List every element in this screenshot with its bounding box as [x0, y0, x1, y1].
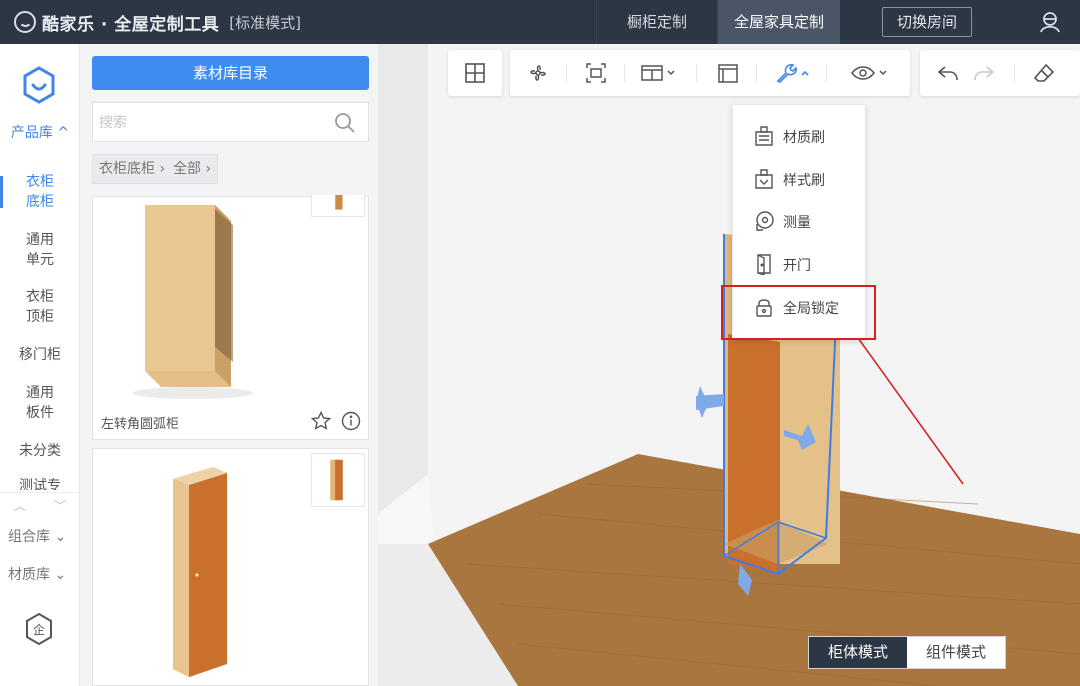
sidebar-item-sliding-cabinet[interactable]: 移门柜: [0, 345, 80, 365]
breadcrumb-item-all[interactable]: 全部 ›: [173, 155, 211, 183]
scroll-up-icon[interactable]: ︿: [0, 493, 40, 518]
sidebar-item-wardrobe-top[interactable]: 衣柜顶柜: [0, 287, 80, 327]
toolbar-divider: [756, 64, 757, 82]
user-avatar-icon[interactable]: [1038, 10, 1062, 34]
view-mode-switch: 柜体模式 组件模式: [808, 636, 1006, 669]
fan-icon[interactable]: [526, 61, 550, 85]
info-icon[interactable]: [341, 411, 361, 431]
design-canvas[interactable]: [378, 44, 1080, 686]
menu-item-measure[interactable]: 测量: [733, 206, 867, 236]
top-bar: 酷家乐 · 全屋定制工具 [标准模式] 橱柜定制 全屋家具定制 切换房间: [0, 0, 1080, 44]
material-brush-icon: [755, 126, 773, 146]
style-brush-icon: [755, 169, 773, 189]
tab-cabinet-custom[interactable]: 橱柜定制: [596, 0, 718, 44]
room-scene[interactable]: [378, 44, 1080, 686]
door-panel-icon[interactable]: [640, 61, 680, 85]
sidebar-item-uncategorized[interactable]: 未分类: [0, 441, 80, 461]
brand-name: 酷家乐 · 全屋定制工具: [42, 14, 220, 35]
favorite-star-icon[interactable]: [311, 411, 331, 431]
brand-logo-icon: [14, 11, 36, 33]
material-panel: 素材库目录 衣柜底柜 › 全部 › 左转角圆弧柜: [80, 44, 378, 686]
product-card[interactable]: [92, 448, 369, 686]
open-door-icon: [757, 254, 771, 275]
eraser-icon[interactable]: [1032, 61, 1056, 85]
menu-item-open-door[interactable]: 开门: [733, 249, 867, 279]
svg-text:企: 企: [33, 622, 45, 637]
product-name: 左转角圆弧柜: [101, 417, 180, 432]
scroll-down-icon[interactable]: ﹀: [40, 493, 80, 518]
wrench-icon[interactable]: [774, 61, 814, 85]
variant-thumbnail[interactable]: [311, 195, 365, 217]
toolbar-divider: [1014, 64, 1015, 82]
sidebar-scroll-arrows: ︿ ﹀: [0, 492, 80, 518]
product-thumbnail[interactable]: [93, 197, 308, 403]
shield-logo-icon: [23, 66, 55, 104]
product-card[interactable]: 左转角圆弧柜: [92, 195, 369, 440]
sidebar-item-test[interactable]: 测试专: [0, 476, 80, 490]
breadcrumb-item-wardrobe-base[interactable]: 衣柜底柜 ›: [99, 155, 165, 183]
menu-item-label: 测量: [783, 215, 811, 231]
toolbar-divider: [566, 64, 567, 82]
mode-component-button[interactable]: 组件模式: [907, 637, 1005, 668]
sidebar-item-general-board[interactable]: 通用板件: [0, 383, 80, 423]
redo-icon[interactable]: [972, 61, 996, 85]
toolbar-divider: [826, 64, 827, 82]
tab-whole-house-custom[interactable]: 全屋家具定制: [718, 0, 840, 44]
toolbar-divider: [696, 64, 697, 82]
undo-icon[interactable]: [936, 61, 960, 85]
left-sidebar: 产品库 ^ 衣柜底柜 通用单元 衣柜顶柜 移门柜 通用板件 未分类 测试专 ︿ …: [0, 44, 80, 686]
switch-room-button[interactable]: 切换房间: [882, 7, 972, 37]
mode-label: [标准模式]: [229, 13, 302, 32]
select-icon[interactable]: [584, 61, 608, 85]
search-box: [92, 102, 369, 142]
toolbar-group-history: [920, 50, 1080, 96]
mode-cabinet-button[interactable]: 柜体模式: [809, 637, 907, 668]
product-thumbnail[interactable]: [93, 449, 308, 681]
menu-item-label: 开门: [783, 258, 811, 274]
enterprise-icon[interactable]: 企: [24, 612, 54, 646]
menu-item-material-brush[interactable]: 材质刷: [733, 121, 867, 151]
catalog-button[interactable]: 素材库目录: [92, 56, 369, 90]
menu-item-style-brush[interactable]: 样式刷: [733, 164, 867, 194]
layout-icon[interactable]: [463, 61, 487, 85]
sidebar-item-general-unit[interactable]: 通用单元: [0, 230, 80, 270]
toolbar-group-tools: [510, 50, 910, 96]
measure-icon: [756, 211, 774, 231]
search-input[interactable]: [93, 103, 323, 141]
variant-thumbnail[interactable]: [311, 453, 365, 507]
search-icon[interactable]: [334, 112, 356, 134]
highlight-annotation: [721, 285, 876, 340]
sidebar-item-wardrobe-base[interactable]: 衣柜底柜: [0, 172, 80, 212]
menu-item-label: 材质刷: [783, 130, 825, 146]
eye-icon[interactable]: [850, 61, 892, 85]
material-library-toggle[interactable]: 材质库 ⌄: [8, 564, 66, 584]
toolbar-divider: [624, 64, 625, 82]
brand: 酷家乐 · 全屋定制工具 [标准模式]: [14, 9, 301, 35]
breadcrumb: 衣柜底柜 › 全部 ›: [92, 154, 219, 184]
combo-library-toggle[interactable]: 组合库 ⌄: [8, 526, 66, 546]
frame-icon[interactable]: [716, 61, 740, 85]
product-library-toggle[interactable]: 产品库 ^: [0, 122, 80, 142]
toolbar-group-layout: [448, 50, 502, 96]
menu-item-label: 样式刷: [783, 173, 825, 189]
